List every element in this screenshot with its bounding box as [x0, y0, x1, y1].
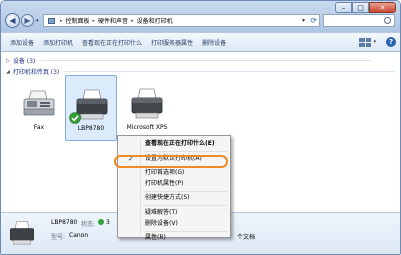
breadcrumb-hardware-sound[interactable]: 硬件和声音	[98, 16, 128, 25]
refresh-icon[interactable]: ⟳	[310, 16, 317, 25]
change-view-icon[interactable]	[359, 37, 372, 47]
checkmark-icon: ✓	[128, 154, 134, 163]
menu-item-properties[interactable]: 属性(R)	[118, 233, 230, 244]
printer-label: Microsoft XPS	[126, 124, 168, 131]
breadcrumb-separator[interactable]: ▸	[60, 18, 63, 24]
device-name: LBP8780	[51, 219, 78, 226]
forward-arrow-icon: ▶	[24, 16, 31, 25]
devices-group-title: 设备 (3)	[12, 58, 36, 65]
status-value: 3	[98, 219, 110, 226]
status-ok-icon	[98, 219, 104, 225]
menu-item-printer-properties[interactable]: 打印机属性(P)	[118, 179, 230, 192]
menu-item-see-printing[interactable]: 查看现在正在打印什么(E)	[118, 139, 230, 152]
close-button[interactable]: ✕	[369, 2, 396, 13]
menu-item-troubleshoot[interactable]: 疑难解答(T)	[118, 208, 230, 219]
devices-group-header[interactable]: ▷ 设备 (3)	[6, 56, 372, 65]
add-printer-button[interactable]: 添加打印机	[43, 38, 73, 47]
collapse-icon[interactable]: ◢	[6, 69, 10, 75]
address-bar[interactable]: ▸ 控制面板 ▸ 硬件和声音 ▸ 设备和打印机 ▾ ⟳	[43, 14, 320, 27]
menu-item-set-default[interactable]: ✓ 设置为默认打印机(A)	[118, 154, 230, 167]
breadcrumb-control-panel[interactable]: 控制面板	[66, 16, 90, 25]
printer-label: LBP8780	[77, 125, 105, 132]
breadcrumb-devices-printers[interactable]: 设备和打印机	[137, 16, 173, 25]
see-whats-printing-button[interactable]: 查看现在正在打印什么	[82, 38, 142, 47]
printer-item-microsoft-xps[interactable]: Microsoft XPS	[121, 75, 173, 141]
recent-pages-dropdown[interactable]: ▾	[36, 18, 39, 24]
control-panel-icon	[48, 17, 55, 24]
document-count: 个文档	[237, 234, 256, 241]
print-server-properties-button[interactable]: 打印服务器属性	[151, 38, 193, 47]
breadcrumb-separator[interactable]: ▸	[93, 18, 96, 24]
forward-button[interactable]: ▶	[21, 14, 34, 27]
search-box[interactable]	[323, 14, 395, 27]
maximize-button[interactable]: □	[352, 2, 369, 13]
search-icon[interactable]	[384, 17, 391, 24]
help-icon[interactable]: ?	[386, 37, 396, 47]
back-button[interactable]: ◀	[5, 13, 20, 28]
menu-item-remove-device[interactable]: 删除设备(V)	[118, 219, 230, 232]
minimize-button[interactable]: –	[335, 2, 352, 13]
expand-icon[interactable]: ▷	[6, 58, 10, 64]
group-divider	[41, 60, 372, 61]
printer-item-fax[interactable]: Fax	[13, 75, 65, 141]
model-value: Canon	[69, 232, 89, 239]
add-device-button[interactable]: 添加设备	[10, 38, 34, 47]
printer-label: Fax	[33, 124, 45, 131]
default-printer-check-icon	[69, 112, 81, 124]
printer-item-lbp8780[interactable]: LBP8780	[65, 75, 117, 141]
printer-icon	[10, 221, 34, 245]
fax-icon	[23, 90, 55, 116]
caption-buttons: – □ ✕	[335, 2, 396, 13]
address-dropdown-icon[interactable]: ▾	[302, 17, 305, 24]
printer-icon	[131, 88, 163, 119]
view-options-dropdown[interactable]: ▾	[373, 39, 376, 45]
explorer-window: – □ ✕ ◀ ▶ ▾ ▸ 控制面板 ▸ 硬件和声音 ▸ 设备和打印机 ▾ ⟳ …	[0, 0, 401, 255]
group-divider	[65, 71, 396, 72]
command-bar-right: ▾ ?	[359, 37, 396, 47]
context-menu: 查看现在正在打印什么(E) ✓ 设置为默认打印机(A) 打印首选项(G) 打印机…	[117, 135, 231, 241]
status-key: 状态:	[81, 221, 96, 228]
menu-item-create-shortcut[interactable]: 创建快捷方式(S)	[118, 193, 230, 206]
model-key: 型号:	[51, 234, 66, 241]
menu-item-printing-preferences[interactable]: 打印首选项(G)	[118, 168, 230, 179]
title-bar: – □ ✕ ◀ ▶ ▾ ▸ 控制面板 ▸ 硬件和声音 ▸ 设备和打印机 ▾ ⟳	[1, 1, 400, 32]
command-bar: 添加设备 添加打印机 查看现在正在打印什么 打印服务器属性 删除设备 ▾ ?	[1, 32, 400, 52]
back-arrow-icon: ◀	[9, 16, 16, 25]
breadcrumb-separator[interactable]: ▸	[131, 18, 134, 24]
remove-device-button[interactable]: 删除设备	[202, 38, 226, 47]
